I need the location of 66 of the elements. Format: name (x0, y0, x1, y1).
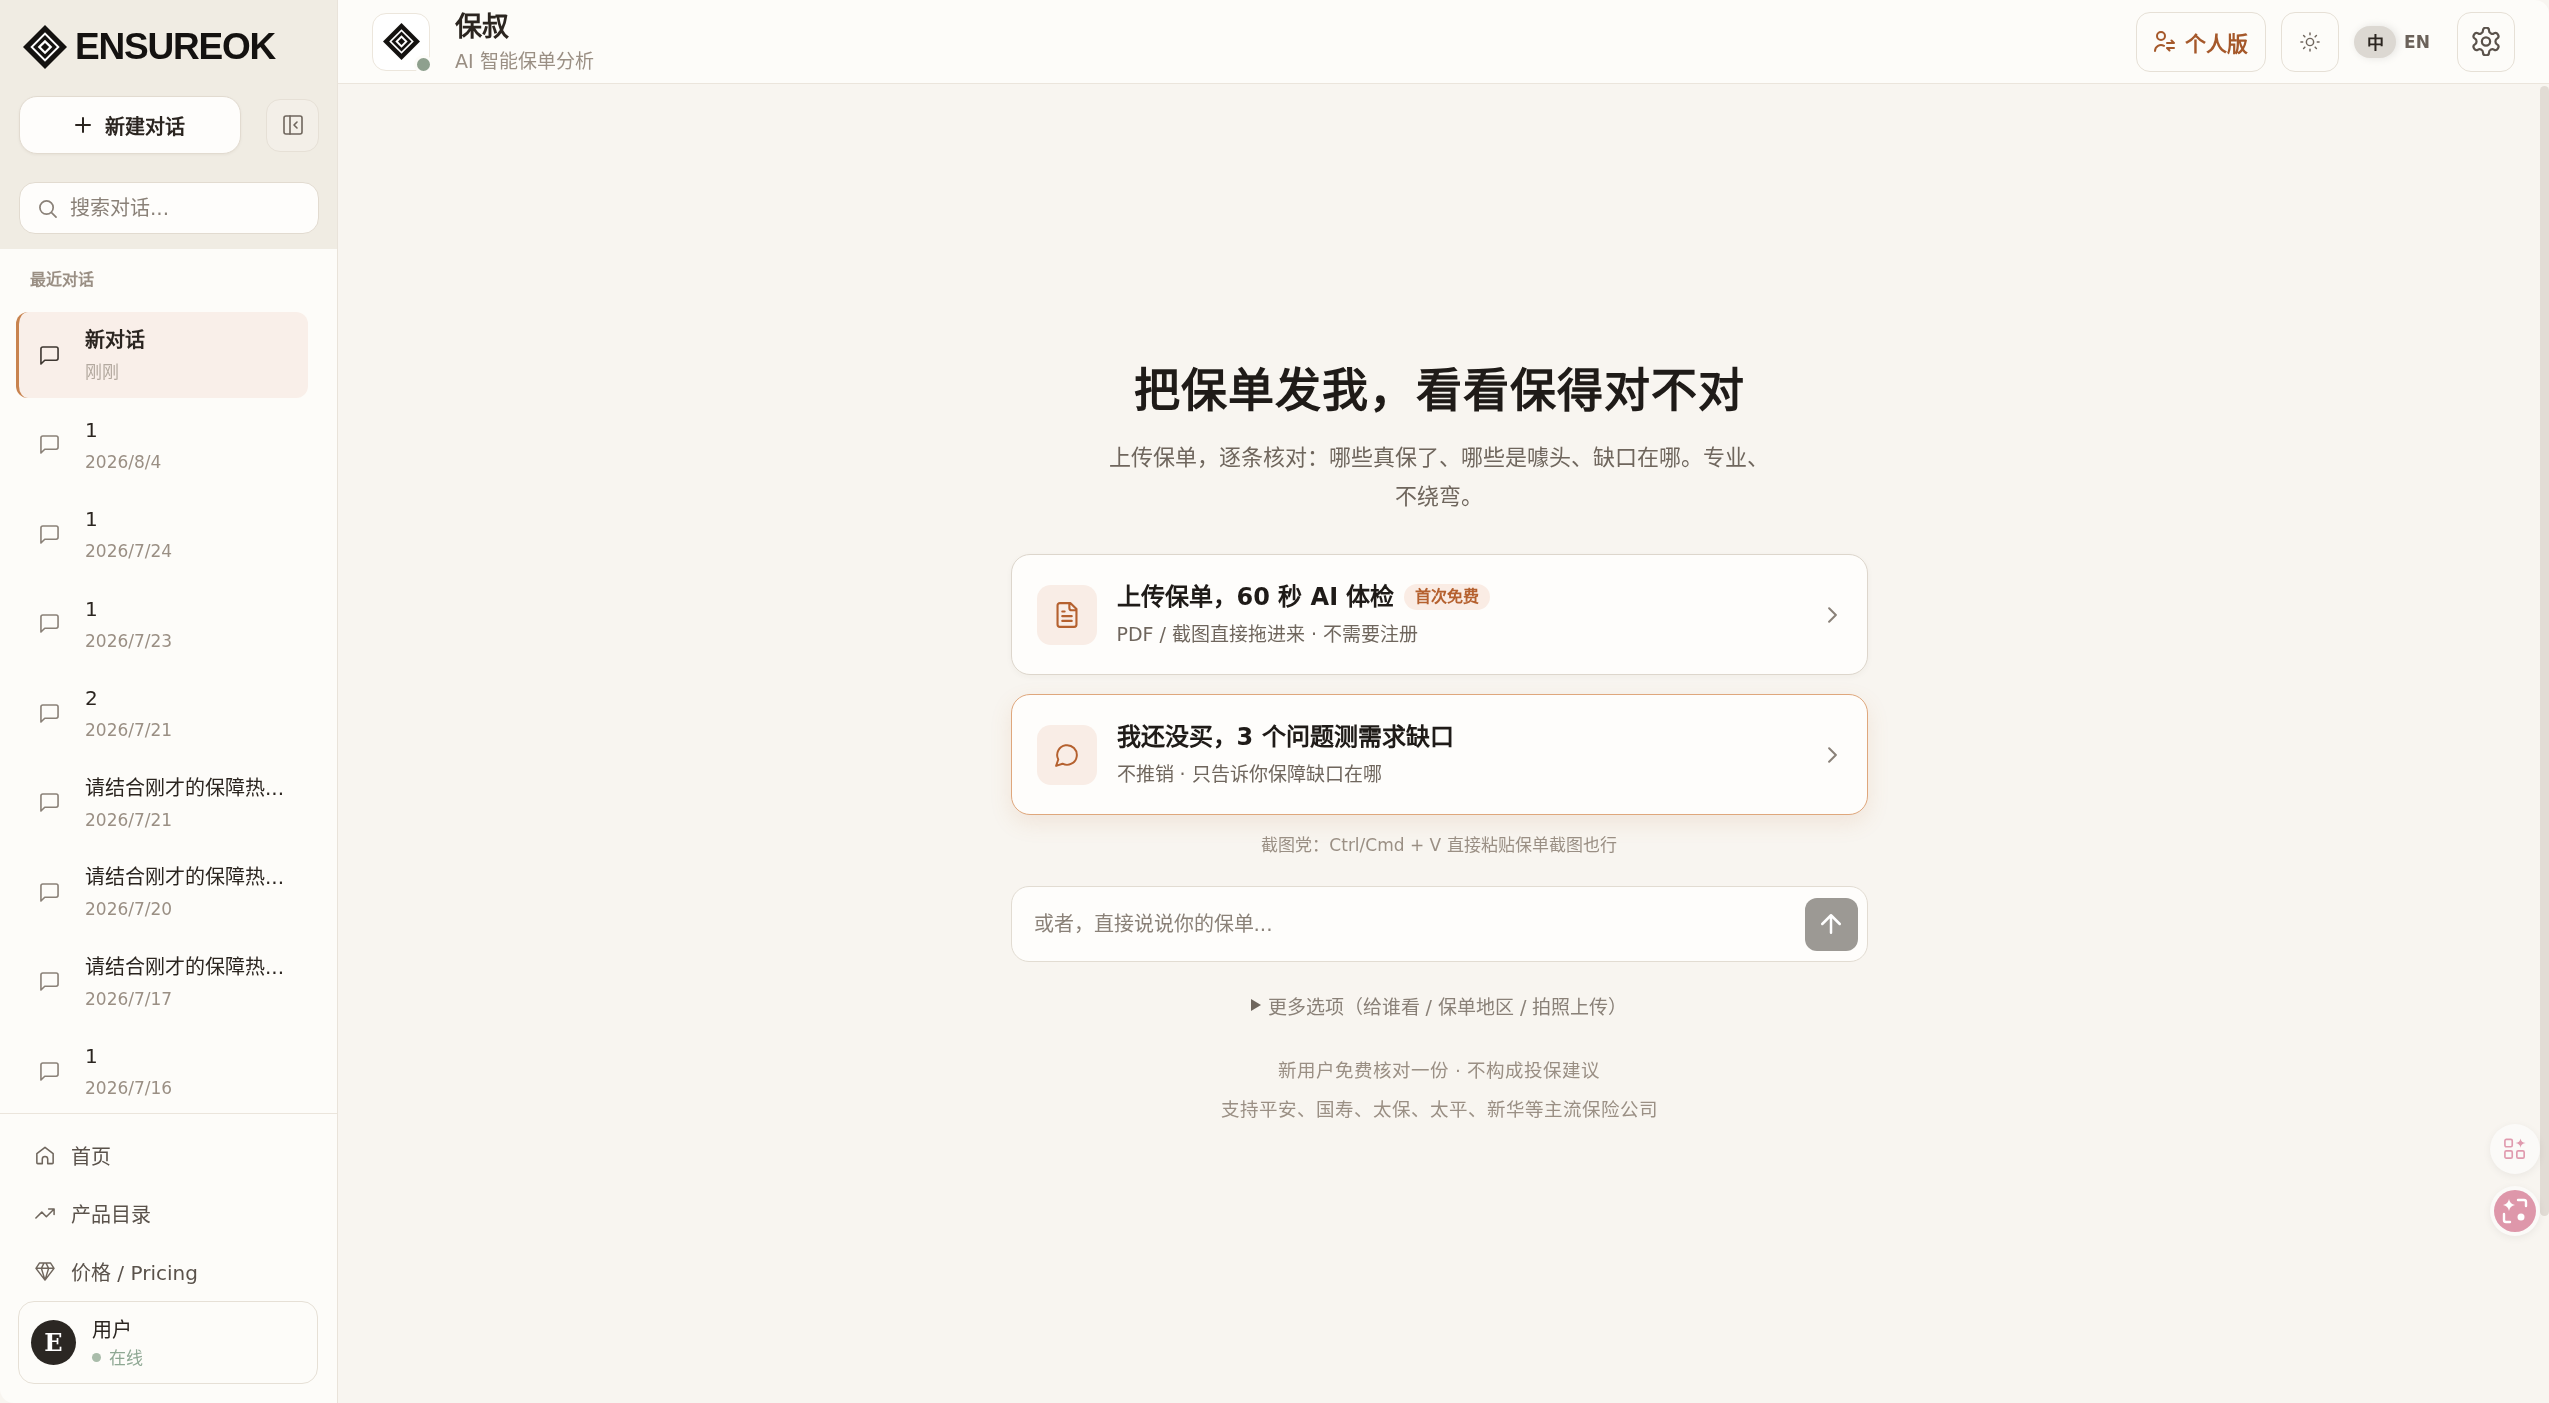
footer-note: 支持平安、国寿、太保、太平、新华等主流保险公司 (1220, 1098, 1658, 1122)
conversation-item[interactable]: 请结合刚才的保障热... 2026/7/20 (16, 849, 308, 935)
intro-text: 上传保单，逐条核对：哪些真保了、哪些是噱头、缺口在哪。专业、不绕弯。 (1108, 444, 1770, 511)
nav-link[interactable]: 价格 / Pricing (18, 1242, 318, 1300)
chat-bubble-icon (40, 1061, 59, 1081)
chevron-right-icon (1827, 606, 1837, 623)
document-icon (1036, 584, 1097, 645)
new-chat-button[interactable]: 新建对话 (19, 96, 241, 154)
more-options-toggle[interactable]: 更多选项（给谁看 / 保单地区 / 拍照上传） (1250, 990, 1628, 1020)
settings-button[interactable] (2457, 11, 2515, 72)
paste-hint: 截图党：Ctrl/Cmd + V 直接粘贴保单截图也行 (1261, 834, 1617, 857)
edition-switch-button[interactable]: 个人版 (2136, 11, 2266, 72)
conversation-item[interactable]: 2 2026/7/21 (16, 670, 308, 756)
chat-bubble-icon (40, 972, 59, 991)
chat-bubble-icon (40, 524, 59, 544)
chat-bubble-icon (40, 345, 59, 365)
grid-sparkle-icon (2504, 1138, 2526, 1160)
theme-toggle-button[interactable] (2281, 11, 2339, 72)
option-card[interactable]: 我还没买，3 个问题测需求缺口 不推销 · 只告诉你保障缺口在哪 (1010, 694, 1868, 815)
chevron-right-icon (1827, 746, 1837, 763)
footer-note: 新用户免费核对一份 · 不构成投保建议 (1278, 1059, 1600, 1083)
conversation-item[interactable]: 请结合刚才的保障热... 2026/7/17 (16, 938, 308, 1025)
page-heading: 把保单发我，看看保得对不对 (1133, 362, 1745, 419)
chat-bubble-icon (40, 793, 59, 812)
assistant-tagline: AI 智能保单分析 (455, 48, 594, 74)
gem-icon (35, 1261, 55, 1281)
arrow-up-icon (1821, 914, 1841, 934)
language-option[interactable]: EN (2396, 25, 2438, 58)
chat-bubble-icon (40, 703, 59, 723)
send-button[interactable] (1804, 897, 1858, 951)
home-icon (35, 1145, 55, 1165)
conversation-item[interactable]: 1 2026/7/16 (16, 1028, 308, 1113)
option-card[interactable]: 上传保单，60 秒 AI 体检 首次免费 PDF / 截图直接拖进来 · 不需要注册 (1010, 554, 1868, 675)
user-profile-button[interactable]: E 用户 在线 (18, 1301, 318, 1384)
conversation-item[interactable]: 1 2026/8/4 (16, 401, 308, 488)
scrollbar-thumb[interactable] (2540, 86, 2549, 1216)
language-option[interactable]: 中 (2354, 25, 2396, 58)
avatar: E (31, 1320, 76, 1365)
section-heading: 最近对话 (29, 269, 95, 290)
apps-button[interactable] (2490, 1124, 2540, 1174)
diamond-logo-icon (372, 12, 430, 71)
chat-bubble-icon (40, 435, 59, 454)
search-icon (38, 198, 57, 218)
chat-bubble-icon (1036, 724, 1097, 785)
nav-link[interactable]: 首页 (18, 1126, 318, 1184)
sidebar-panel-icon (282, 115, 303, 135)
conversation-item[interactable]: 新对话 刚刚 (16, 312, 308, 398)
chat-bubble-icon (40, 614, 59, 633)
conversation-item[interactable]: 请结合刚才的保障热... 2026/7/21 (16, 759, 308, 846)
free-trial-badge: 首次免费 (1404, 584, 1491, 610)
assistant-name: 保叔 (455, 9, 510, 44)
search-field[interactable]: 搜索对话... (19, 182, 319, 234)
chat-bubble-icon (40, 882, 59, 902)
diamond-logo-icon (23, 24, 67, 69)
message-input-field[interactable]: 或者，直接说说你的保单... (1010, 886, 1868, 962)
brand-name: ENSUREOK (75, 25, 276, 68)
plus-icon (75, 117, 91, 133)
assistant-button[interactable] (2490, 1186, 2540, 1236)
sun-icon (2300, 31, 2320, 52)
nav-link[interactable]: 产品目录 (18, 1184, 318, 1242)
sparkle-frame-icon (2494, 1190, 2536, 1232)
conversation-item[interactable]: 1 2026/7/24 (16, 491, 308, 577)
conversation-item[interactable]: 1 2026/7/23 (16, 580, 308, 667)
user-switch-icon (2154, 31, 2176, 52)
settings-icon (2472, 27, 2500, 56)
collapse-sidebar-button[interactable] (266, 98, 319, 152)
